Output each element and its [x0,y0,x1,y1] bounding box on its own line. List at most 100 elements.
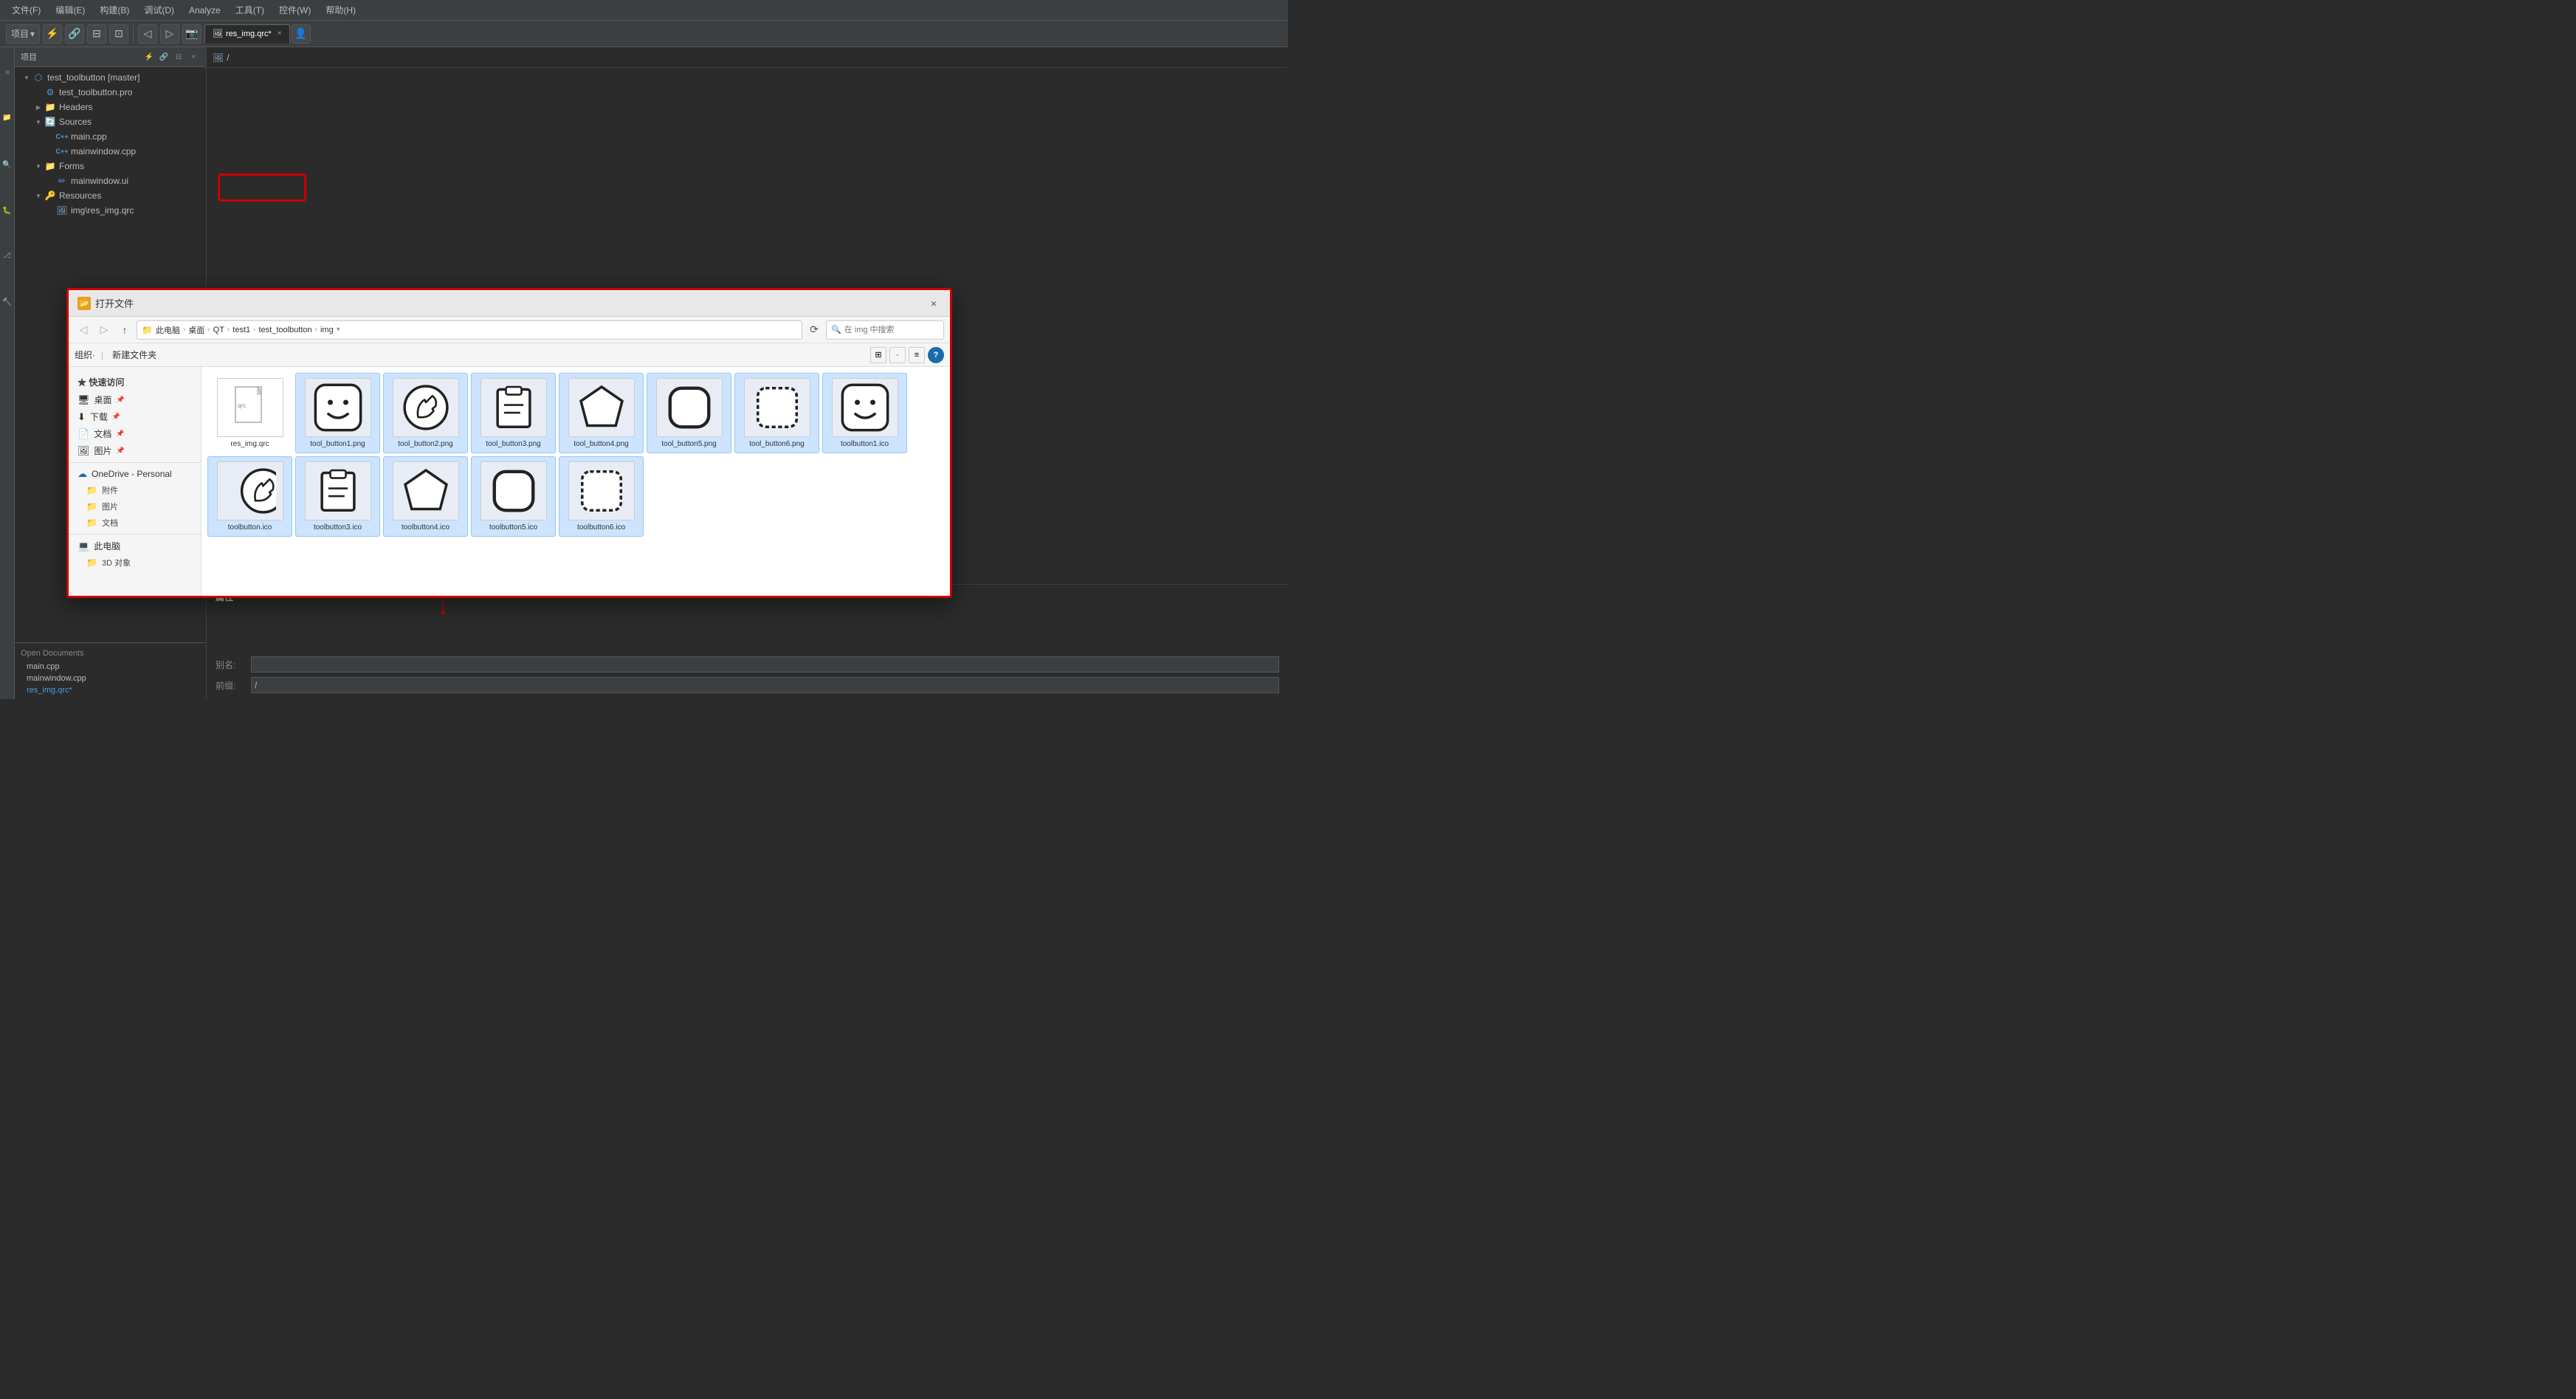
file-item-toolbutton3ico[interactable]: toolbutton3.ico [295,456,380,537]
tree-item-forms[interactable]: ▼ 📁 Forms [15,159,206,173]
thumb-tool2 [393,378,459,437]
sidebar-toggle-btn[interactable]: ≡ [1,50,14,94]
tree-item-mainwindow-cpp[interactable]: C++ mainwindow.cpp [15,144,206,159]
file-item-toolbutton5ico[interactable]: toolbutton5.ico [471,456,556,537]
sidebar-sync-btn[interactable]: 🔗 [157,50,171,63]
breadcrumb-toolbutton[interactable]: test_toolbutton [258,326,311,334]
git-icon[interactable]: ⎇ [1,233,14,278]
file-item-tool4[interactable]: tool_button4.png [559,373,644,453]
snapshot-btn[interactable]: 📷 [182,24,202,44]
tree-item-mainwindow-ui[interactable]: ✏ mainwindow.ui [15,173,206,188]
search-bar[interactable]: 🔍 [826,320,944,340]
file-item-toolbutton4ico[interactable]: toolbutton4.ico [383,456,468,537]
nav-refresh-btn[interactable]: ⟳ [805,321,823,339]
menu-edit[interactable]: 编辑(E) [49,2,91,18]
organize-btn[interactable]: 组织· [75,348,95,361]
tab-res-img[interactable]: 🖼 res_img.qrc* × [204,24,290,44]
menu-analyze[interactable]: Analyze [183,4,227,17]
file-item-tool6[interactable]: tool_button6.png [734,373,819,453]
debug-icon[interactable]: 🐛 [1,188,14,232]
tab-close-btn[interactable]: × [278,30,282,38]
file-item-res-img[interactable]: qrc res_img.qrc [207,373,292,453]
sidebar-split-btn[interactable]: ⊟ [172,50,185,63]
thumb-toolbutton3ico [305,461,371,520]
tree-item-headers[interactable]: ▶ 📁 Headers [15,100,206,114]
open-doc-mainwindow-cpp[interactable]: mainwindow.cpp [15,673,206,684]
pictures-pin: 📌 [117,447,125,455]
help-btn[interactable]: ? [928,347,944,363]
tree-item-sources[interactable]: ▼ 🔄 Sources [15,114,206,129]
menu-debug[interactable]: 调试(D) [138,2,180,18]
file-item-toolbuttonico[interactable]: toolbutton.ico [207,456,292,537]
prop-prefix-input[interactable] [251,677,1279,693]
icon-headers: 📁 [44,101,56,113]
split-btn[interactable]: ⊟ [87,24,106,44]
sidebar-filter-btn[interactable]: ⚡ [142,50,156,63]
menu-controls[interactable]: 控件(W) [273,2,317,18]
file-item-tool1[interactable]: tool_button1.png [295,373,380,453]
dialog-close-btn[interactable]: × [926,296,941,311]
open-doc-res-img[interactable]: res_img.qrc* [15,684,206,696]
downloads-label: 下载 [90,410,108,423]
breadcrumb-qt[interactable]: QT [213,326,224,334]
breadcrumb-bar[interactable]: 📁 此电脑 › 桌面 › QT › test1 › test_toolbutto… [137,320,802,340]
prop-prefix-row: 前缀: [216,677,1279,693]
nav-left-btn[interactable]: ◁ [138,24,157,44]
breadcrumb-thispc[interactable]: 此电脑 [156,324,180,336]
menu-tools[interactable]: 工具(T) [230,2,270,18]
nav-up-btn[interactable]: ↑ [116,321,134,339]
view-large-icon-btn[interactable]: ⊞ [870,347,886,363]
menu-help[interactable]: 帮助(H) [320,2,362,18]
onedrive-documents[interactable]: 📁 文档 [69,515,201,531]
quick-item-desktop[interactable]: 🖥 桌面 📌 [69,391,201,408]
file-item-tool3[interactable]: tool_button3.png [471,373,556,453]
breadcrumb-desktop[interactable]: 桌面 [188,324,204,336]
tree-item-resources[interactable]: ▼ 🔑 Resources [15,188,206,203]
this-pc-item[interactable]: 💻 此电脑 [69,537,201,554]
toolbar-divider: | [101,350,103,360]
icon-mainwindow-cpp: C++ [56,145,68,157]
file-item-tool5[interactable]: tool_button5.png [647,373,731,453]
view-list-btn[interactable]: ≡ [909,347,925,363]
tree-item-root[interactable]: ▼ ⬡ test_toolbutton [master] [15,70,206,85]
nav-back-btn[interactable]: ◁ [75,321,92,339]
arrow-res-img [44,204,56,216]
open-doc-main-cpp[interactable]: main.cpp [15,661,206,673]
quick-item-docs[interactable]: 📄 文档 📌 [69,425,201,442]
search-input[interactable] [844,326,939,334]
filter-btn[interactable]: ⚡ [43,24,62,44]
file-item-toolbutton6ico[interactable]: toolbutton6.ico [559,456,644,537]
onedrive-pictures[interactable]: 📁 图片 [69,498,201,515]
new-folder-btn[interactable]: 新建文件夹 [109,347,159,362]
view-separator-btn[interactable]: · [889,347,906,363]
sidebar-close-btn[interactable]: × [187,50,200,63]
link-btn[interactable]: 🔗 [65,24,84,44]
breadcrumb-test1[interactable]: test1 [233,326,250,334]
tree-item-res-img[interactable]: 🖼 img\res_img.qrc [15,203,206,218]
filename-tool3: tool_button3.png [486,440,541,448]
nav-right-btn[interactable]: ▷ [160,24,179,44]
nav-forward-btn[interactable]: ▷ [95,321,113,339]
build-icon[interactable]: 🔨 [1,279,14,323]
search-icon-btn[interactable]: 🔍 [1,142,14,186]
breadcrumb-img[interactable]: img [320,326,334,334]
file-item-toolbutton1ico[interactable]: toolbutton1.ico [822,373,907,453]
menu-file[interactable]: 文件(F) [6,2,47,18]
tab-bar: 🖼 res_img.qrc* × 👤 [204,24,311,44]
filename-toolbutton5ico: toolbutton5.ico [489,523,537,532]
prop-alias-input[interactable] [251,656,1279,673]
quick-item-pictures[interactable]: 🖼 图片 📌 [69,442,201,459]
dialog-title-icon: 📂 [78,297,91,310]
menu-build[interactable]: 构建(B) [94,2,135,18]
project-selector[interactable]: 项目 ▾ [6,24,40,44]
onedrive-item[interactable]: ☁ OneDrive - Personal [69,466,201,482]
tree-item-pro[interactable]: ⚙ test_toolbutton.pro [15,85,206,100]
tree-item-main-cpp[interactable]: C++ main.cpp [15,129,206,144]
projects-icon[interactable]: 📁 [1,96,14,140]
avatar-btn[interactable]: 👤 [292,24,311,44]
quick-item-downloads[interactable]: ⬇ 下载 📌 [69,408,201,425]
3d-objects-item[interactable]: 📁 3D 对象 [69,554,201,571]
onedrive-attachments[interactable]: 📁 附件 [69,482,201,498]
file-item-tool2[interactable]: tool_button2.png [383,373,468,453]
close-editor-btn[interactable]: ⊡ [109,24,128,44]
